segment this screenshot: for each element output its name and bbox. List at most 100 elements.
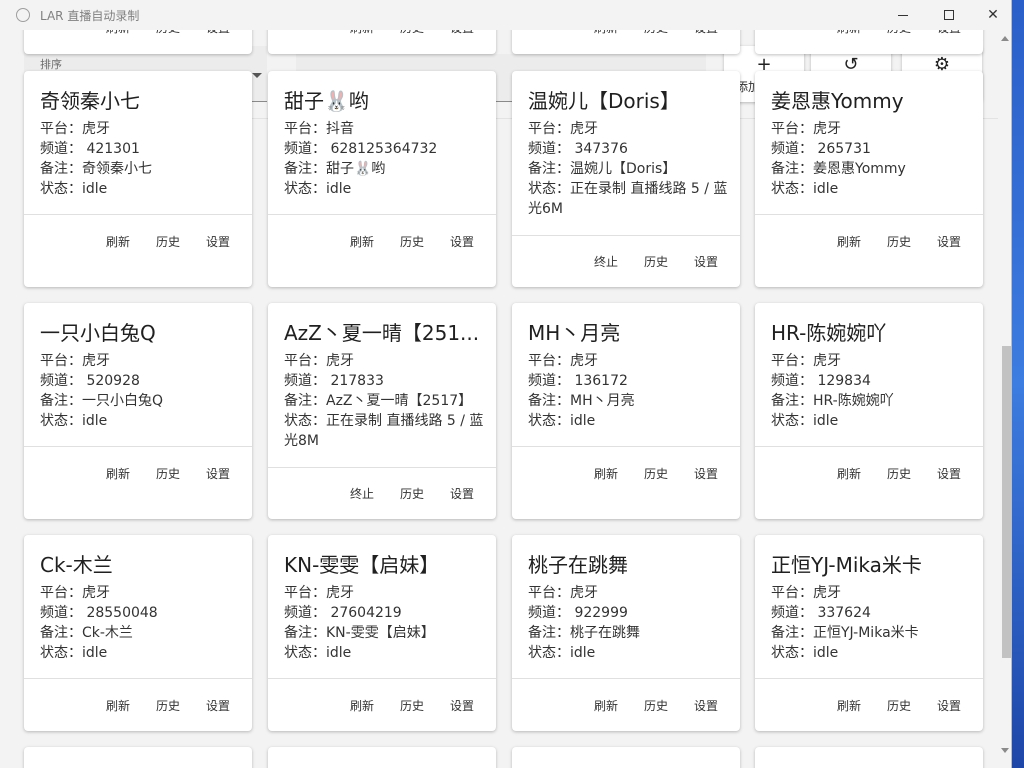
refresh-button[interactable]: 刷新 [837, 694, 861, 718]
platform-text: 平台：虎牙 [284, 353, 354, 369]
card-divider [512, 446, 740, 447]
channel-text: 频道： 265731 [771, 141, 871, 157]
card-details: 平台：虎牙 频道： 421301 备注：奇领秦小七 状态：idle [40, 119, 240, 199]
minimize-button[interactable] [880, 0, 926, 30]
card-details: 平台：虎牙 频道： 520928 备注：一只小白兔Q 状态：idle [40, 351, 240, 431]
settings-button[interactable]: 设置 [450, 482, 474, 506]
platform-text: 平台：虎牙 [40, 353, 110, 369]
scrollbar-thumb[interactable] [1002, 346, 1011, 658]
scroll-up-icon[interactable] [1001, 36, 1009, 41]
note-text: 备注：正恒YJ-Mika米卡 [771, 625, 919, 641]
card-actions: 刷新 历史 设置 [24, 230, 252, 270]
card-actions: 刷新 历史 设置 [24, 694, 252, 731]
settings-button[interactable]: 设置 [937, 694, 961, 718]
note-text: 备注：MH丶月亮 [528, 393, 635, 409]
history-button[interactable]: 历史 [400, 230, 424, 254]
minimize-icon [898, 14, 908, 16]
status-text: 状态：idle [771, 645, 839, 661]
settings-button[interactable]: 设置 [450, 230, 474, 254]
platform-text: 平台：虎牙 [284, 585, 354, 601]
card-divider [24, 678, 252, 679]
settings-button[interactable]: 设置 [937, 230, 961, 254]
status-text: 状态：idle [284, 645, 352, 661]
channel-text: 频道： 129834 [771, 373, 871, 389]
note-text: 备注：一只小白兔Q [40, 393, 164, 409]
history-button[interactable]: 历史 [644, 694, 668, 718]
close-button[interactable]: ✕ [970, 0, 1011, 30]
maximize-icon [944, 10, 954, 20]
stop-button[interactable]: 终止 [594, 250, 618, 274]
card-divider [755, 214, 983, 215]
refresh-button[interactable]: 刷新 [594, 462, 618, 486]
scroll-down-icon[interactable] [1001, 748, 1009, 753]
settings-button[interactable]: 设置 [937, 462, 961, 486]
settings-button[interactable]: 设置 [694, 694, 718, 718]
settings-button[interactable]: 设置 [694, 462, 718, 486]
card-divider [512, 235, 740, 236]
refresh-button[interactable]: 刷新 [350, 230, 374, 254]
status-text: 状态：idle [528, 413, 596, 429]
maximize-button[interactable] [926, 0, 972, 30]
streamer-card: 一只小白兔Q 平台：虎牙 频道： 520928 备注：一只小白兔Q 状态：idl… [24, 303, 252, 519]
status-text: 状态：正在录制 直播线路 5 / 蓝光8M [284, 413, 484, 449]
note-text: 备注：温婉儿【Doris】 [528, 161, 677, 177]
streamer-card: KN-雯雯【启妹】 平台：虎牙 频道： 27604219 备注：KN-雯雯【启妹… [268, 535, 496, 731]
card-details: 平台：虎牙 频道： 922999 备注：桃子在跳舞 状态：idle [528, 583, 728, 663]
streamer-card: HR-陈婉婉吖 平台：虎牙 频道： 129834 备注：HR-陈婉婉吖 状态：i… [755, 303, 983, 519]
settings-button[interactable]: 设置 [206, 462, 230, 486]
channel-text: 频道： 28550048 [40, 605, 158, 621]
platform-text: 平台：虎牙 [771, 585, 841, 601]
card-divider [755, 446, 983, 447]
history-button[interactable]: 历史 [644, 250, 668, 274]
platform-text: 平台：虎牙 [528, 353, 598, 369]
note-text: 备注：KN-雯雯【启妹】 [284, 625, 435, 641]
history-button[interactable]: 历史 [887, 694, 911, 718]
history-button[interactable]: 历史 [400, 694, 424, 718]
settings-button[interactable]: 设置 [694, 250, 718, 274]
status-text: 状态：idle [40, 645, 108, 661]
refresh-button[interactable]: 刷新 [594, 694, 618, 718]
refresh-button[interactable]: 刷新 [350, 694, 374, 718]
settings-button[interactable]: 设置 [206, 694, 230, 718]
card-actions: 刷新 历史 设置 [755, 694, 983, 731]
platform-text: 平台：虎牙 [771, 121, 841, 137]
history-button[interactable]: 历史 [887, 462, 911, 486]
settings-button[interactable]: 设置 [206, 230, 230, 254]
card-partial [512, 747, 740, 768]
status-text: 状态：idle [771, 181, 839, 197]
card-divider [268, 467, 496, 468]
card-details: 平台：虎牙 频道： 347376 备注：温婉儿【Doris】 状态：正在录制 直… [528, 119, 728, 219]
card-details: 平台：虎牙 频道： 129834 备注：HR-陈婉婉吖 状态：idle [771, 351, 971, 431]
status-text: 状态：idle [771, 413, 839, 429]
history-button[interactable]: 历史 [156, 694, 180, 718]
streamer-card: 正恒YJ-Mika米卡 平台：虎牙 频道： 337624 备注：正恒YJ-Mik… [755, 535, 983, 731]
status-text: 状态：idle [40, 181, 108, 197]
card-actions: 刷新 历史 设置 [268, 694, 496, 731]
history-button[interactable]: 历史 [644, 462, 668, 486]
refresh-button[interactable]: 刷新 [106, 462, 130, 486]
note-text: 备注：桃子在跳舞 [528, 625, 640, 641]
refresh-button[interactable]: 刷新 [837, 462, 861, 486]
card-details: 平台：虎牙 频道： 217833 备注：AzZ丶夏一晴【2517】 状态：正在录… [284, 351, 484, 451]
history-button[interactable]: 历史 [887, 230, 911, 254]
stop-button[interactable]: 终止 [350, 482, 374, 506]
channel-text: 频道： 520928 [40, 373, 140, 389]
platform-text: 平台：虎牙 [40, 585, 110, 601]
history-button[interactable]: 历史 [400, 482, 424, 506]
card-title: 温婉儿【Doris】 [528, 89, 680, 113]
note-text: 备注：AzZ丶夏一晴【2517】 [284, 393, 473, 409]
refresh-button[interactable]: 刷新 [106, 694, 130, 718]
refresh-button[interactable]: 刷新 [837, 230, 861, 254]
history-button[interactable]: 历史 [156, 462, 180, 486]
card-partial [755, 747, 983, 768]
card-title: Ck-木兰 [40, 553, 113, 577]
settings-button[interactable]: 设置 [450, 694, 474, 718]
card-title: 奇领秦小七 [40, 89, 140, 113]
app-icon [16, 8, 30, 22]
card-actions: 刷新 历史 设置 [512, 462, 740, 502]
status-text: 状态：idle [528, 645, 596, 661]
chevron-down-icon [252, 73, 262, 78]
refresh-button[interactable]: 刷新 [106, 230, 130, 254]
history-button[interactable]: 历史 [156, 230, 180, 254]
card-title: 姜恩惠Yommy [771, 89, 904, 113]
